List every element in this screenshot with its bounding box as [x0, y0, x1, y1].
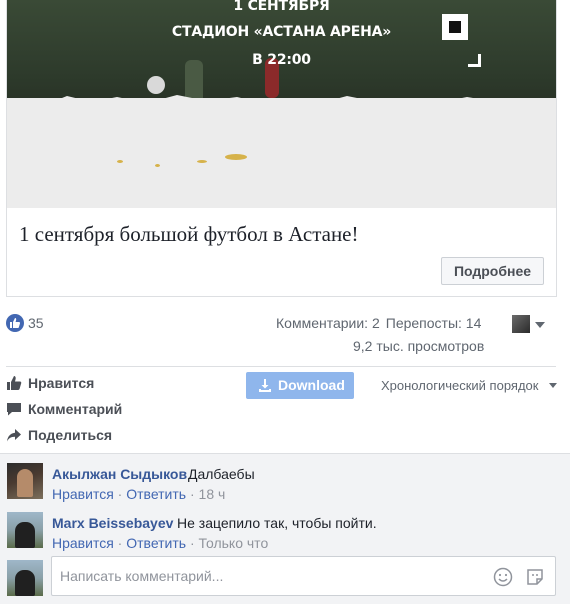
paint-speck: [197, 160, 207, 163]
shares-count[interactable]: Перепосты: 14: [386, 315, 482, 331]
emoji-icon[interactable]: [493, 567, 513, 587]
comment-icon: [7, 403, 21, 416]
poster-venue: СТАДИОН «АСТАНА АРЕНА»: [171, 24, 392, 40]
comment-button[interactable]: Комментарий: [6, 400, 136, 420]
post-link-card[interactable]: 1 СЕНТЯБРЯ СТАДИОН «АСТАНА АРЕНА» В 22:0…: [6, 0, 557, 297]
like-icon: [7, 376, 22, 390]
meta-separator: ·: [117, 535, 123, 551]
like-reaction-icon[interactable]: [6, 314, 24, 332]
download-label: Download: [278, 377, 345, 393]
like-label: Нравится: [28, 375, 95, 391]
comment-input[interactable]: Написать комментарий...: [51, 556, 556, 596]
engagement-counts: Комментарии: 2 Перепосты: 14: [276, 315, 487, 331]
corner-bracket-icon: [468, 54, 481, 67]
sticker-icon[interactable]: [525, 567, 545, 587]
comment-reply-link[interactable]: Ответить: [126, 486, 186, 502]
like-button[interactable]: Нравится: [6, 374, 106, 394]
chevron-down-icon[interactable]: [549, 383, 557, 388]
more-info-button[interactable]: Подробнее: [441, 257, 544, 285]
download-button[interactable]: Download: [246, 372, 354, 399]
comment-author[interactable]: Акылжан Сыдыков: [52, 466, 187, 482]
paint-speck: [155, 164, 160, 167]
avatar-figure: [17, 469, 33, 497]
paint-speck: [117, 160, 123, 163]
post-image[interactable]: 1 СЕНТЯБРЯ СТАДИОН «АСТАНА АРЕНА» В 22:0…: [7, 0, 556, 208]
comment-meta: Нравится · Ответить · 18 ч: [52, 486, 225, 502]
poster-date: 1 СЕНТЯБРЯ: [233, 0, 330, 14]
facebook-post-page: 1 СЕНТЯБРЯ СТАДИОН «АСТАНА АРЕНА» В 22:0…: [0, 0, 570, 604]
comment-text: Не зацепило так, чтобы пойти.: [177, 515, 377, 531]
comment-text: Далбаебы: [188, 466, 255, 482]
comment-reply-link[interactable]: Ответить: [126, 535, 186, 551]
avatar[interactable]: [7, 463, 43, 499]
meta-separator: ·: [189, 535, 195, 551]
likes-count[interactable]: 35: [28, 315, 44, 331]
paint-speck: [225, 154, 247, 160]
meta-separator: ·: [117, 486, 123, 502]
comment-author[interactable]: Marx Beissebayev: [52, 515, 173, 531]
paper-texture: [7, 98, 556, 208]
meta-separator: ·: [189, 486, 195, 502]
divider: [6, 366, 556, 367]
avatar-figure: [15, 570, 35, 596]
views-count: 9,2 тыс. просмотров: [353, 338, 485, 354]
avatar-figure: [15, 522, 35, 548]
thumbs-up-icon: [10, 318, 21, 328]
current-user-avatar[interactable]: [7, 560, 43, 596]
comment-like-link[interactable]: Нравится: [52, 486, 114, 502]
comment-timestamp[interactable]: Только что: [199, 535, 269, 551]
comments-count[interactable]: Комментарии: 2: [276, 315, 380, 331]
comment-label: Комментарий: [28, 401, 123, 417]
comment-meta: Нравится · Ответить · Только что: [52, 535, 268, 551]
chevron-down-icon[interactable]: [535, 322, 545, 328]
comment-like-link[interactable]: Нравится: [52, 535, 114, 551]
comment-timestamp[interactable]: 18 ч: [199, 486, 226, 502]
avatar[interactable]: [7, 512, 43, 548]
share-button[interactable]: Поделиться: [6, 426, 126, 446]
comment-order-dropdown[interactable]: Хронологический порядок: [381, 378, 538, 393]
comment-input-placeholder: Написать комментарий...: [60, 568, 224, 584]
share-icon: [7, 429, 21, 442]
post-as-avatar[interactable]: [512, 315, 530, 333]
download-icon: [259, 379, 271, 392]
brand-square-icon: [442, 14, 468, 40]
post-link-title[interactable]: 1 сентября большой футбол в Астане!: [19, 222, 359, 247]
share-label: Поделиться: [28, 427, 113, 443]
